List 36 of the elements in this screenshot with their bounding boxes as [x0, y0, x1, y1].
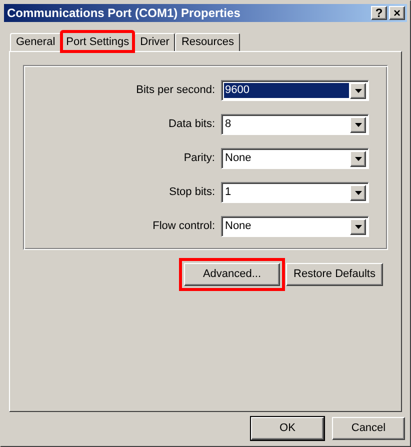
- dropdown-value: 9600: [224, 83, 349, 98]
- dropdown-field[interactable]: 8: [221, 114, 369, 135]
- dropdown-value: 8: [224, 117, 232, 132]
- window-title: Communications Port (COM1) Properties: [7, 5, 242, 22]
- tab[interactable]: Resources: [175, 33, 240, 51]
- caret-icon: [354, 224, 362, 228]
- caret-icon: [354, 156, 362, 160]
- setting-label: Data bits:: [168, 117, 216, 132]
- dropdown-field[interactable]: 1: [221, 182, 369, 203]
- setting-label: Flow control:: [152, 219, 216, 234]
- title-button[interactable]: ×: [389, 6, 405, 20]
- panel-button[interactable]: Advanced...: [184, 263, 280, 286]
- tab[interactable]: General: [10, 33, 62, 51]
- dropdown-value: None: [224, 151, 252, 166]
- dropdown-button[interactable]: [350, 150, 366, 166]
- dropdown-button[interactable]: [350, 82, 366, 98]
- caret-icon: [354, 88, 362, 92]
- panel-button[interactable]: Restore Defaults: [286, 263, 383, 286]
- setting-label: Stop bits:: [168, 185, 216, 200]
- tab[interactable]: Port Settings: [61, 31, 134, 52]
- caret-icon: [354, 122, 362, 126]
- dialog-button[interactable]: Cancel: [332, 417, 405, 440]
- tab[interactable]: Driver: [134, 33, 176, 51]
- dropdown-value: None: [224, 219, 252, 234]
- dropdown-button[interactable]: [350, 184, 366, 200]
- setting-label: Bits per second:: [135, 83, 216, 98]
- dropdown-button[interactable]: [350, 116, 366, 132]
- dialog-button[interactable]: OK: [251, 417, 324, 440]
- dropdown-field[interactable]: None: [221, 148, 369, 169]
- dropdown-value: 1: [224, 185, 232, 200]
- dropdown-button[interactable]: [350, 218, 366, 234]
- dropdown-field[interactable]: None: [221, 216, 369, 237]
- title-button[interactable]: ?: [371, 6, 387, 20]
- setting-label: Parity:: [182, 151, 216, 166]
- caret-icon: [354, 190, 362, 194]
- dropdown-field[interactable]: 9600: [221, 80, 369, 101]
